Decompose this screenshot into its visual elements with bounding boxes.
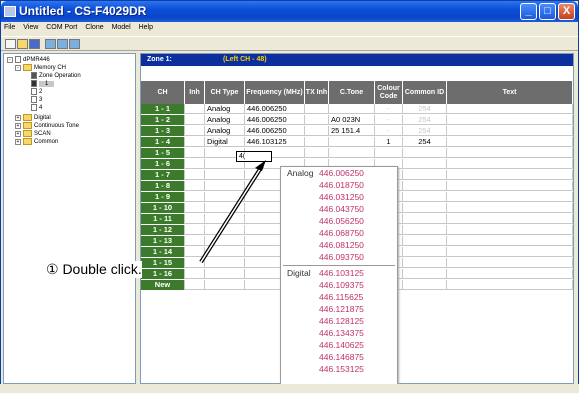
status-bar xyxy=(0,384,579,393)
arrow-head-icon xyxy=(255,160,266,171)
annotation-arrow xyxy=(199,160,266,264)
double-click-note: ① Double click. xyxy=(46,261,142,278)
